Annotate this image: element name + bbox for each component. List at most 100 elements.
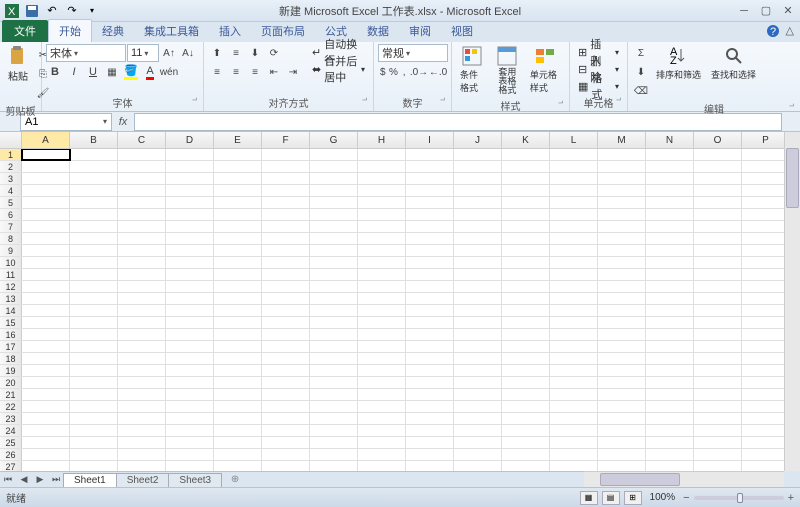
- cell[interactable]: [742, 365, 790, 376]
- cell[interactable]: [70, 197, 118, 208]
- cell[interactable]: [22, 149, 70, 160]
- redo-icon[interactable]: ↷: [64, 3, 80, 19]
- cell[interactable]: [502, 185, 550, 196]
- cell[interactable]: [454, 197, 502, 208]
- cell[interactable]: [118, 377, 166, 388]
- cell[interactable]: [22, 305, 70, 316]
- cell[interactable]: [742, 329, 790, 340]
- cell[interactable]: [742, 269, 790, 280]
- cell[interactable]: [454, 281, 502, 292]
- italic-button[interactable]: I: [65, 63, 83, 81]
- cell[interactable]: [310, 341, 358, 352]
- cell[interactable]: [118, 221, 166, 232]
- cell[interactable]: [598, 305, 646, 316]
- cell[interactable]: [358, 149, 406, 160]
- cell[interactable]: [454, 353, 502, 364]
- cell[interactable]: [22, 329, 70, 340]
- row-header[interactable]: 9: [0, 245, 22, 256]
- cell[interactable]: [550, 389, 598, 400]
- cell[interactable]: [214, 197, 262, 208]
- row-header[interactable]: 19: [0, 365, 22, 376]
- cell[interactable]: [22, 425, 70, 436]
- cell[interactable]: [646, 269, 694, 280]
- align-right-icon[interactable]: ≡: [246, 63, 264, 81]
- cell[interactable]: [550, 305, 598, 316]
- cell[interactable]: [742, 401, 790, 412]
- cell[interactable]: [118, 173, 166, 184]
- cell[interactable]: [358, 245, 406, 256]
- orientation-icon[interactable]: ⟳: [265, 44, 283, 62]
- row-header[interactable]: 3: [0, 173, 22, 184]
- cell[interactable]: [406, 221, 454, 232]
- cell[interactable]: [694, 149, 742, 160]
- shrink-font-icon[interactable]: A↓: [179, 44, 197, 62]
- cell[interactable]: [310, 269, 358, 280]
- cell[interactable]: [406, 317, 454, 328]
- cell[interactable]: [742, 437, 790, 448]
- cell[interactable]: [502, 341, 550, 352]
- cell[interactable]: [406, 401, 454, 412]
- cell[interactable]: [742, 197, 790, 208]
- cell[interactable]: [742, 317, 790, 328]
- number-format-combo[interactable]: 常规▾: [378, 44, 448, 62]
- cell[interactable]: [550, 353, 598, 364]
- cell[interactable]: [550, 329, 598, 340]
- cell[interactable]: [262, 281, 310, 292]
- cell[interactable]: [118, 257, 166, 268]
- cell[interactable]: [694, 161, 742, 172]
- cell[interactable]: [70, 377, 118, 388]
- cell[interactable]: [70, 461, 118, 471]
- merge-center-button[interactable]: ⬌合并后居中▾: [308, 61, 369, 77]
- cell[interactable]: [742, 377, 790, 388]
- cell[interactable]: [646, 161, 694, 172]
- cell[interactable]: [70, 413, 118, 424]
- cell[interactable]: [550, 233, 598, 244]
- cell[interactable]: [646, 389, 694, 400]
- cell[interactable]: [70, 269, 118, 280]
- cell[interactable]: [214, 389, 262, 400]
- cell[interactable]: [646, 209, 694, 220]
- cell[interactable]: [598, 173, 646, 184]
- cell[interactable]: [502, 269, 550, 280]
- cell[interactable]: [214, 185, 262, 196]
- cell[interactable]: [358, 269, 406, 280]
- cell[interactable]: [454, 413, 502, 424]
- cell[interactable]: [502, 425, 550, 436]
- row-header[interactable]: 10: [0, 257, 22, 268]
- cell[interactable]: [118, 161, 166, 172]
- cell[interactable]: [454, 305, 502, 316]
- row-header[interactable]: 11: [0, 269, 22, 280]
- cell[interactable]: [598, 341, 646, 352]
- accounting-format-icon[interactable]: $: [378, 63, 388, 81]
- fill-color-button[interactable]: 🪣: [122, 63, 140, 81]
- cell[interactable]: [262, 317, 310, 328]
- cell[interactable]: [214, 293, 262, 304]
- cell[interactable]: [454, 185, 502, 196]
- find-select-button[interactable]: 查找和选择: [707, 44, 760, 83]
- cell[interactable]: [22, 449, 70, 460]
- cell[interactable]: [694, 305, 742, 316]
- font-color-button[interactable]: A: [141, 63, 159, 81]
- cell[interactable]: [598, 197, 646, 208]
- cell[interactable]: [646, 425, 694, 436]
- cell[interactable]: [214, 257, 262, 268]
- row-header[interactable]: 4: [0, 185, 22, 196]
- align-top-icon[interactable]: ⬆: [208, 44, 226, 62]
- fx-button[interactable]: fx: [112, 116, 134, 128]
- sort-filter-button[interactable]: AZ 排序和筛选: [652, 44, 705, 83]
- cell[interactable]: [22, 173, 70, 184]
- cell[interactable]: [406, 329, 454, 340]
- cell[interactable]: [118, 461, 166, 471]
- cell[interactable]: [118, 233, 166, 244]
- cell[interactable]: [358, 305, 406, 316]
- cell[interactable]: [166, 317, 214, 328]
- row-header[interactable]: 26: [0, 449, 22, 460]
- column-header[interactable]: H: [358, 132, 406, 148]
- cell[interactable]: [502, 233, 550, 244]
- cell[interactable]: [454, 461, 502, 471]
- cell[interactable]: [406, 173, 454, 184]
- cell[interactable]: [598, 329, 646, 340]
- row-header[interactable]: 25: [0, 437, 22, 448]
- cell[interactable]: [694, 269, 742, 280]
- vertical-scrollbar[interactable]: [784, 132, 800, 471]
